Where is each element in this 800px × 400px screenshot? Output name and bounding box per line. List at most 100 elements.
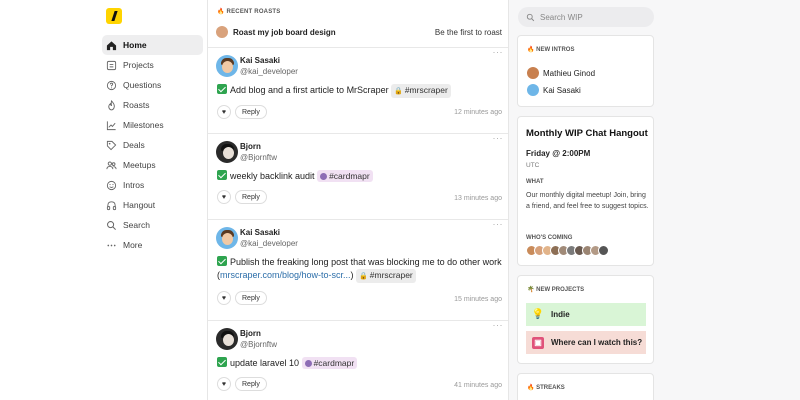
roast-avatar (216, 26, 228, 38)
nav-item-label: Roasts (123, 100, 150, 110)
timestamp[interactable]: 41 minutes ago (454, 382, 502, 389)
timestamp[interactable]: 15 minutes ago (454, 296, 502, 303)
roast-item[interactable]: Roast my job board design Be the first t… (216, 25, 502, 39)
nav-item-label: Milestones (123, 120, 164, 130)
avatar[interactable] (216, 141, 238, 163)
author-handle[interactable]: @kai_developer (240, 67, 298, 76)
hangout-title[interactable]: Monthly WIP Chat Hangout (526, 128, 648, 139)
task-text: weekly backlink audit #cardmapr (217, 170, 507, 183)
tag-icon (106, 140, 117, 151)
recent-roasts-label: 🔥 RECENT ROASTS (217, 9, 281, 15)
avatar[interactable] (216, 55, 238, 77)
roast-title[interactable]: Roast my job board design (233, 28, 336, 37)
heart-button[interactable]: ♥ (217, 291, 231, 305)
task-content: update laravel 10 (230, 358, 300, 368)
activity-feed: 🔥 RECENT ROASTS Roast my job board desig… (207, 0, 509, 400)
wip-logo[interactable] (106, 8, 122, 24)
avatar (527, 67, 539, 79)
chart-icon (106, 120, 117, 131)
hangout-description: Our monthly digital meetup! Join, bring … (526, 192, 649, 210)
post-menu-icon[interactable]: ··· (493, 133, 504, 143)
author-name[interactable]: Bjorn (240, 329, 261, 338)
heart-button[interactable]: ♥ (217, 105, 231, 119)
project-tag[interactable]: 🔒 #mrscraper (356, 269, 416, 283)
search-icon (106, 220, 117, 231)
intro-person[interactable]: Mathieu Ginod (527, 67, 595, 79)
new-intros-card: 🔥 NEW INTROS Mathieu Ginod Kai Sasaki (517, 35, 654, 107)
tag-label: #mrscraper (369, 270, 413, 280)
attendee-avatars[interactable] (526, 245, 609, 256)
reply-button[interactable]: Reply (235, 105, 267, 119)
project-tag[interactable]: 🔒 #mrscraper (391, 84, 451, 98)
nav-item-label: Search (123, 220, 150, 230)
nav-item-deals[interactable]: Deals (102, 135, 203, 155)
author-name[interactable]: Kai Sasaki (240, 228, 280, 237)
nav-item-hangout[interactable]: Hangout (102, 195, 203, 215)
hangout-time: Friday @ 2:00PM (526, 149, 591, 158)
author-name[interactable]: Bjorn (240, 142, 261, 151)
author-handle[interactable]: @kai_developer (240, 239, 298, 248)
nav-item-meetups[interactable]: Meetups (102, 155, 203, 175)
task-content: weekly backlink audit (230, 171, 315, 181)
project-tag[interactable]: #cardmapr (301, 357, 358, 369)
tag-label: #mrscraper (404, 85, 448, 95)
post-menu-icon[interactable]: ··· (493, 320, 504, 330)
checkmark-icon (217, 84, 227, 94)
new-projects-label: 🌴 NEW PROJECTS (527, 287, 585, 293)
project-item[interactable]: ▣ Where can I watch this? (526, 331, 646, 354)
nav-item-intros[interactable]: Intros (102, 175, 203, 195)
project-item[interactable]: 💡 Indie (526, 303, 646, 326)
streaks-card: 🔥 STREAKS (517, 373, 654, 400)
checkmark-icon (217, 256, 227, 266)
search-input[interactable] (540, 12, 650, 22)
hangout-card[interactable]: Monthly WIP Chat Hangout Friday @ 2:00PM… (517, 116, 654, 266)
tag-label: #cardmapr (313, 358, 355, 368)
nav-item-questions[interactable]: Questions (102, 75, 203, 95)
post-menu-icon[interactable]: ··· (493, 47, 504, 57)
lock-icon: 🔒 (359, 273, 368, 280)
intro-name: Kai Sasaki (543, 85, 581, 95)
post-item: ··· Kai Sasaki @kai_developer Add blog a… (208, 47, 508, 133)
timestamp[interactable]: 12 minutes ago (454, 109, 502, 116)
reply-button[interactable]: Reply (235, 190, 267, 204)
heart-button[interactable]: ♥ (217, 377, 231, 391)
nav-item-projects[interactable]: Projects (102, 55, 203, 75)
nav-item-roasts[interactable]: Roasts (102, 95, 203, 115)
people-icon (106, 160, 117, 171)
flame-icon (106, 99, 117, 111)
main-nav: Home Projects Questions Roasts Milestone… (102, 35, 203, 255)
question-icon (106, 80, 117, 91)
checkmark-icon (217, 170, 227, 180)
nav-item-home[interactable]: Home (102, 35, 203, 55)
author-name[interactable]: Kai Sasaki (240, 56, 280, 65)
nav-item-label: Hangout (123, 200, 156, 210)
heart-button[interactable]: ♥ (217, 190, 231, 204)
reply-button[interactable]: Reply (235, 377, 267, 391)
post-menu-icon[interactable]: ··· (493, 219, 504, 229)
new-projects-card: 🌴 NEW PROJECTS 💡 Indie ▣ Where can I wat… (517, 275, 654, 364)
avatar[interactable] (216, 328, 238, 350)
search-icon (526, 13, 535, 21)
nav-item-milestones[interactable]: Milestones (102, 115, 203, 135)
timestamp[interactable]: 13 minutes ago (454, 195, 502, 202)
project-icon (320, 172, 328, 180)
author-handle[interactable]: @Bjornftw (240, 153, 277, 162)
link-paren: ) (350, 270, 354, 280)
nav-item-more[interactable]: More (102, 235, 203, 255)
app-icon: ▣ (532, 336, 544, 349)
post-link[interactable]: mrscraper.com/blog/how-to-scr... (220, 270, 351, 280)
search-bar[interactable] (518, 7, 654, 27)
nav-item-label: Projects (123, 60, 154, 70)
reply-button[interactable]: Reply (235, 291, 267, 305)
intro-person[interactable]: Kai Sasaki (527, 84, 581, 96)
task-text: Add blog and a first article to MrScrape… (217, 84, 507, 98)
project-tag[interactable]: #cardmapr (317, 170, 373, 182)
roast-first-link[interactable]: Be the first to roast (435, 28, 502, 37)
nav-item-label: Questions (123, 80, 162, 90)
lock-icon: 🔒 (394, 88, 403, 95)
avatar[interactable] (216, 227, 238, 249)
author-handle[interactable]: @Bjornftw (240, 340, 277, 349)
smile-icon (106, 180, 117, 191)
post-item: ··· Bjorn @Bjornftw update laravel 10 #c… (208, 320, 508, 400)
nav-item-search[interactable]: Search (102, 215, 203, 235)
